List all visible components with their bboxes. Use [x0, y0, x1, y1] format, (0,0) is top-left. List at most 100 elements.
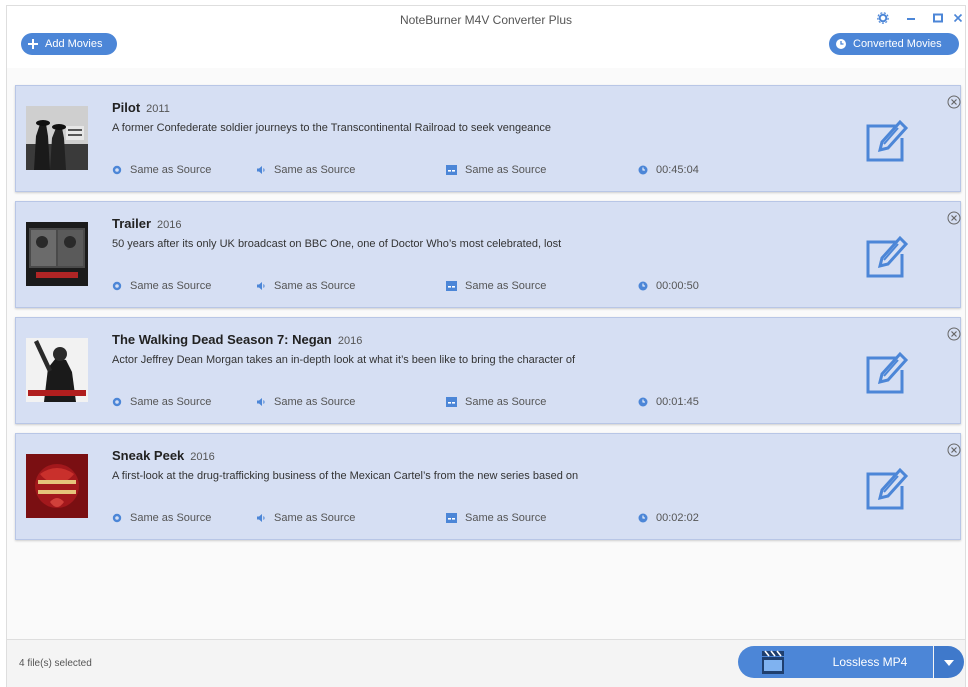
video-setting-label: Same as Source — [130, 512, 212, 524]
subtitle-icon — [446, 281, 457, 291]
audio-setting[interactable]: Same as Source — [256, 396, 355, 408]
movie-year: 2016 — [190, 451, 215, 463]
movie-title-row: The Walking Dead Season 7: Negan 2016 — [112, 331, 362, 349]
movie-year: 2011 — [146, 103, 170, 115]
duration: 00:00:50 — [638, 280, 699, 292]
app-window: NoteBurner M4V Converter Plus Add Movies… — [6, 5, 966, 687]
movie-title-row: Sneak Peek 2016 — [112, 447, 215, 465]
clock-icon — [638, 397, 648, 407]
audio-setting[interactable]: Same as Source — [256, 164, 355, 176]
speaker-icon — [256, 165, 266, 175]
movie-thumbnail — [26, 222, 88, 286]
movie-card[interactable]: Pilot 2011 A former Confederate soldier j… — [15, 85, 961, 192]
output-format-label: Lossless MP4 — [832, 655, 908, 669]
subtitle-icon — [446, 513, 457, 523]
bottom-bar: 4 file(s) selected Lossless MP4 — [7, 639, 965, 687]
clock-icon — [638, 513, 648, 523]
remove-icon[interactable] — [947, 327, 961, 341]
speaker-icon — [256, 397, 266, 407]
clock-icon — [638, 165, 648, 175]
clapperboard-icon — [762, 650, 784, 679]
subtitle-icon — [446, 397, 457, 407]
edit-icon[interactable] — [862, 348, 910, 396]
video-setting-label: Same as Source — [130, 164, 212, 176]
subtitle-setting-label: Same as Source — [465, 512, 547, 524]
video-settings-icon — [112, 513, 122, 523]
video-setting[interactable]: Same as Source — [112, 280, 211, 292]
edit-icon[interactable] — [862, 116, 910, 164]
duration-label: 00:01:45 — [656, 396, 699, 408]
video-settings-icon — [112, 281, 122, 291]
movie-description: Actor Jeffrey Dean Morgan takes an in-de… — [112, 354, 576, 366]
maximize-icon[interactable] — [932, 12, 944, 27]
converted-movies-label: Converted Movies — [853, 38, 942, 50]
audio-setting-label: Same as Source — [274, 396, 356, 408]
audio-setting[interactable]: Same as Source — [256, 280, 355, 292]
remove-icon[interactable] — [947, 95, 961, 109]
add-movies-button[interactable]: Add Movies — [21, 33, 117, 55]
movie-list: Pilot 2011 A former Confederate soldier j… — [7, 68, 965, 641]
video-settings-icon — [112, 165, 122, 175]
edit-icon[interactable] — [862, 464, 910, 512]
movie-description: 50 years after its only UK broadcast on … — [112, 238, 562, 250]
audio-setting-label: Same as Source — [274, 280, 356, 292]
movie-description: A former Confederate soldier journeys to… — [112, 122, 552, 134]
app-title: NoteBurner M4V Converter Plus — [399, 13, 573, 27]
plus-icon — [27, 38, 39, 50]
movie-year: 2016 — [157, 219, 182, 231]
format-dropdown-button[interactable] — [934, 646, 964, 678]
subtitle-setting-label: Same as Source — [465, 280, 547, 292]
subtitle-setting-label: Same as Source — [465, 164, 547, 176]
edit-icon[interactable] — [862, 232, 910, 280]
subtitle-icon — [446, 165, 457, 175]
clock-icon — [835, 38, 847, 50]
video-setting[interactable]: Same as Source — [112, 512, 211, 524]
duration-label: 00:02:02 — [656, 512, 699, 524]
video-setting[interactable]: Same as Source — [112, 396, 211, 408]
movie-title-row: Trailer 2016 — [112, 215, 182, 233]
video-setting-label: Same as Source — [130, 396, 212, 408]
subtitle-setting[interactable]: Same as Source — [446, 164, 546, 176]
duration-label: 00:00:50 — [656, 280, 699, 292]
video-setting[interactable]: Same as Source — [112, 164, 211, 176]
movie-thumbnail — [26, 338, 88, 402]
duration-label: 00:45:04 — [656, 164, 699, 176]
movie-card[interactable]: The Walking Dead Season 7: Negan 2016 Act… — [15, 317, 961, 424]
minimize-icon[interactable] — [905, 12, 917, 27]
movie-title: The Walking Dead Season 7: Negan — [112, 332, 332, 347]
subtitle-setting-label: Same as Source — [465, 396, 547, 408]
video-setting-label: Same as Source — [130, 280, 212, 292]
movie-title: Pilot — [112, 100, 141, 115]
title-bar: NoteBurner M4V Converter Plus Add Movies… — [7, 6, 965, 69]
subtitle-setting[interactable]: Same as Source — [446, 280, 546, 292]
duration: 00:45:04 — [638, 164, 699, 176]
selected-count: 4 file(s) selected — [19, 658, 92, 669]
audio-setting-label: Same as Source — [274, 164, 356, 176]
audio-setting[interactable]: Same as Source — [256, 512, 355, 524]
duration: 00:01:45 — [638, 396, 699, 408]
settings-icon[interactable] — [877, 12, 889, 27]
movie-title: Sneak Peek — [112, 448, 185, 463]
close-icon[interactable] — [952, 12, 964, 27]
movie-year: 2016 — [337, 335, 363, 347]
movie-description: A first-look at the drug-trafficking bus… — [112, 470, 579, 482]
movie-title: Trailer — [112, 216, 152, 231]
movie-card[interactable]: Trailer 2016 50 years after its only UK b… — [15, 201, 961, 308]
movie-thumbnail — [26, 106, 88, 170]
duration: 00:02:02 — [638, 512, 699, 524]
movie-card[interactable]: Sneak Peek 2016 A first-look at the drug-… — [15, 433, 961, 540]
speaker-icon — [256, 513, 266, 523]
convert-button[interactable]: Lossless MP4 — [738, 646, 933, 678]
movie-thumbnail — [26, 454, 88, 518]
audio-setting-label: Same as Source — [274, 512, 356, 524]
video-settings-icon — [112, 397, 122, 407]
converted-movies-button[interactable]: Converted Movies — [829, 33, 959, 55]
speaker-icon — [256, 281, 266, 291]
subtitle-setting[interactable]: Same as Source — [446, 396, 546, 408]
chevron-down-icon — [944, 653, 954, 671]
add-movies-label: Add Movies — [45, 38, 103, 50]
clock-icon — [638, 281, 648, 291]
remove-icon[interactable] — [947, 443, 961, 457]
subtitle-setting[interactable]: Same as Source — [446, 512, 546, 524]
remove-icon[interactable] — [947, 211, 961, 225]
